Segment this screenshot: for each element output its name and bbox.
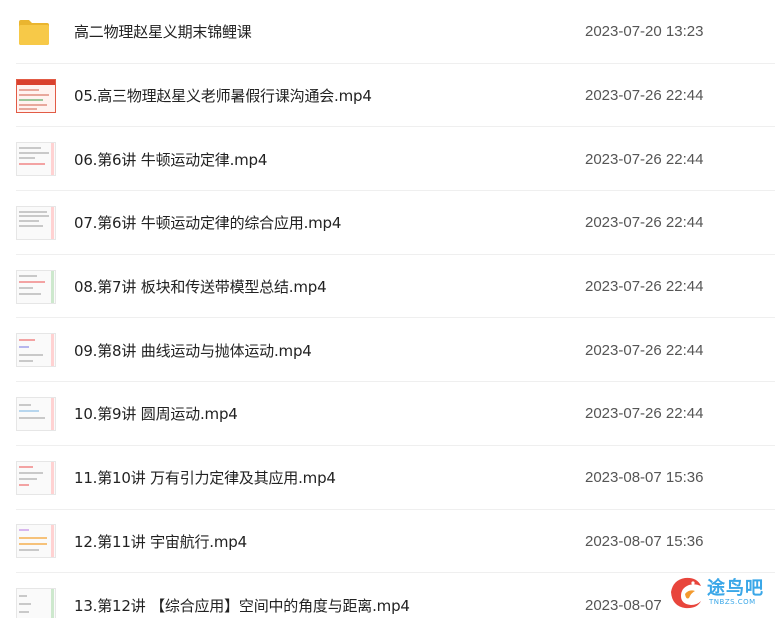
file-name[interactable]: 高二物理赵星义期末锦鲤课 <box>74 21 252 42</box>
file-list: 高二物理赵星义期末锦鲤课 2023-07-20 13:23 05.高三物理赵星义… <box>0 0 775 618</box>
watermark-text: 途鸟吧 <box>707 578 764 599</box>
file-row[interactable]: 高二物理赵星义期末锦鲤课 2023-07-20 13:23 <box>0 0 775 64</box>
file-date: 2023-07-26 22:44 <box>585 341 704 359</box>
file-date: 2023-07-20 13:23 <box>585 23 704 41</box>
video-thumbnail <box>16 264 56 310</box>
file-name[interactable]: 13.第12讲 【综合应用】空间中的角度与距离.mp4 <box>74 595 410 616</box>
bird-logo-icon <box>671 577 701 609</box>
file-row[interactable]: 06.第6讲 牛顿运动定律.mp4 2023-07-26 22:44 <box>0 127 775 191</box>
file-row[interactable]: 08.第7讲 板块和传送带模型总结.mp4 2023-07-26 22:44 <box>0 255 775 319</box>
file-date: 2023-07-26 22:44 <box>585 405 704 423</box>
video-thumbnail <box>16 136 56 182</box>
file-date: 2023-07-26 22:44 <box>585 87 704 105</box>
file-name[interactable]: 08.第7讲 板块和传送带模型总结.mp4 <box>74 276 327 297</box>
video-thumbnail <box>16 327 56 373</box>
file-row[interactable]: 13.第12讲 【综合应用】空间中的角度与距离.mp4 2023-08-07 <box>0 573 775 618</box>
file-row[interactable]: 05.高三物理赵星义老师暑假行课沟通会.mp4 2023-07-26 22:44 <box>0 64 775 128</box>
file-date: 2023-07-26 22:44 <box>585 150 704 168</box>
file-row[interactable]: 11.第10讲 万有引力定律及其应用.mp4 2023-08-07 15:36 <box>0 446 775 510</box>
file-row[interactable]: 10.第9讲 圆周运动.mp4 2023-07-26 22:44 <box>0 382 775 446</box>
file-row[interactable]: 12.第11讲 宇宙航行.mp4 2023-08-07 15:36 <box>0 510 775 574</box>
video-thumbnail <box>16 391 56 437</box>
file-date: 2023-08-07 15:36 <box>585 469 704 487</box>
watermark-subtext: TNBZS.COM <box>709 598 756 606</box>
file-row[interactable]: 07.第6讲 牛顿运动定律的综合应用.mp4 2023-07-26 22:44 <box>0 191 775 255</box>
watermark: 途鸟吧 TNBZS.COM <box>667 572 769 612</box>
video-thumbnail <box>16 73 56 119</box>
file-name[interactable]: 12.第11讲 宇宙航行.mp4 <box>74 531 247 552</box>
file-name[interactable]: 07.第6讲 牛顿运动定律的综合应用.mp4 <box>74 212 341 233</box>
file-date: 2023-07-26 22:44 <box>585 278 704 296</box>
file-row[interactable]: 09.第8讲 曲线运动与抛体运动.mp4 2023-07-26 22:44 <box>0 318 775 382</box>
file-name[interactable]: 09.第8讲 曲线运动与抛体运动.mp4 <box>74 340 312 361</box>
file-date: 2023-08-07 <box>585 596 662 614</box>
folder-icon <box>19 19 49 45</box>
video-thumbnail <box>16 455 56 501</box>
file-name[interactable]: 05.高三物理赵星义老师暑假行课沟通会.mp4 <box>74 85 372 106</box>
file-date: 2023-07-26 22:44 <box>585 214 704 232</box>
video-thumbnail <box>16 200 56 246</box>
file-name[interactable]: 06.第6讲 牛顿运动定律.mp4 <box>74 149 267 170</box>
file-name[interactable]: 11.第10讲 万有引力定律及其应用.mp4 <box>74 467 336 488</box>
video-thumbnail <box>16 518 56 564</box>
video-thumbnail <box>16 582 56 618</box>
file-date: 2023-08-07 15:36 <box>585 532 704 550</box>
file-name[interactable]: 10.第9讲 圆周运动.mp4 <box>74 403 238 424</box>
